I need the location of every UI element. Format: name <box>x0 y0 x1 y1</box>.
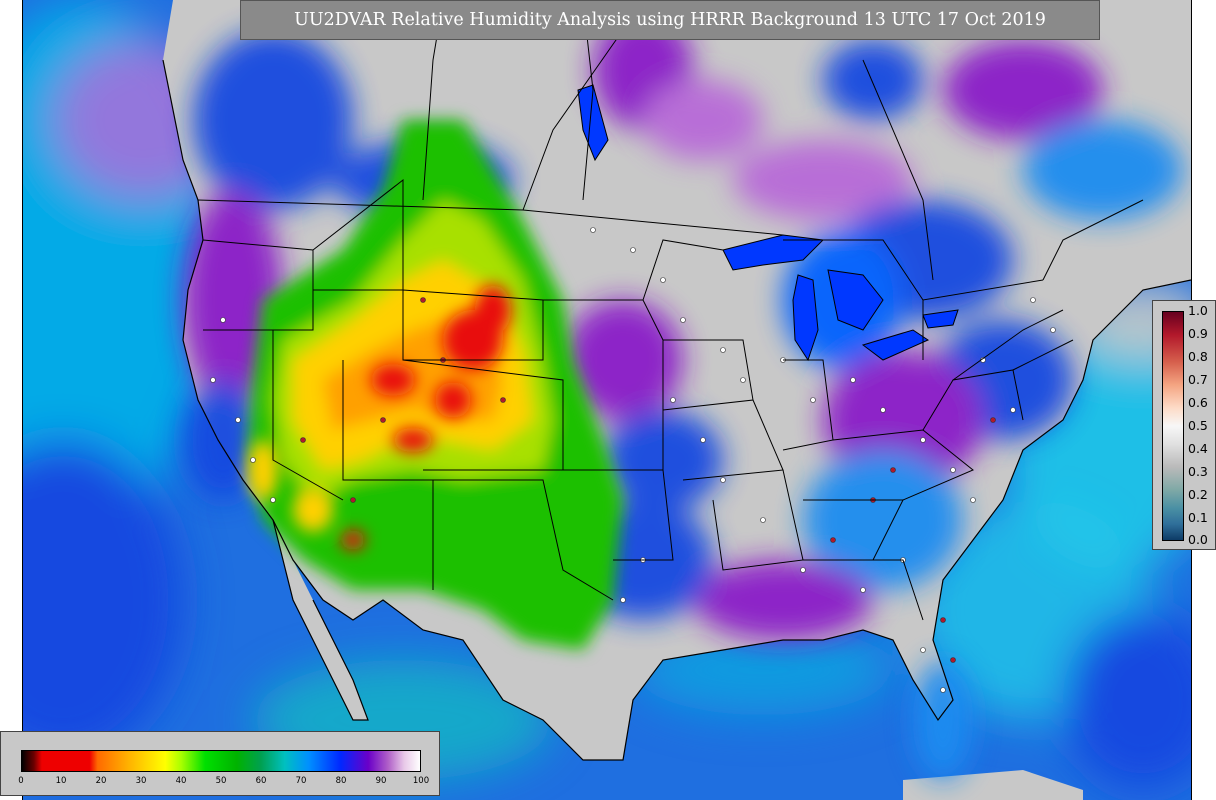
humidity-colorbar-tick: 0 <box>18 776 24 786</box>
humidity-colorbar-tick: 100 <box>412 776 430 786</box>
analysis-colorbar-tick: 0.3 <box>1188 464 1208 479</box>
analysis-colorbar-tick: 0.8 <box>1188 349 1208 364</box>
humidity-colorbar-tick: 80 <box>335 776 347 786</box>
map-title: UU2DVAR Relative Humidity Analysis using… <box>240 0 1100 40</box>
humidity-analysis-map <box>22 0 1192 800</box>
analysis-colorbar-tick: 0.5 <box>1188 418 1208 433</box>
humidity-colorbar-tick: 60 <box>255 776 267 786</box>
humidity-colorbar-tick: 20 <box>95 776 107 786</box>
map-graphic <box>23 0 1191 800</box>
analysis-colorbar-tick: 0.6 <box>1188 395 1208 410</box>
analysis-colorbar-gradient <box>1162 311 1184 541</box>
humidity-colorbar-tick: 10 <box>55 776 67 786</box>
humidity-colorbar-tick: 70 <box>295 776 307 786</box>
analysis-colorbar-tick: 0.4 <box>1188 441 1208 456</box>
analysis-colorbar: 1.0 0.9 0.8 0.7 0.6 0.5 0.4 0.3 0.2 0.1 … <box>1152 300 1216 550</box>
humidity-colorbar-gradient <box>21 750 421 772</box>
analysis-colorbar-tick: 0.9 <box>1188 326 1208 341</box>
analysis-colorbar-tick: 0.0 <box>1188 532 1208 547</box>
humidity-colorbar-tick: 50 <box>215 776 227 786</box>
analysis-colorbar-tick: 0.1 <box>1188 510 1208 525</box>
humidity-colorbar-tick: 90 <box>375 776 387 786</box>
humidity-colorbar: 0 10 20 30 40 50 60 70 80 90 100 <box>0 731 440 796</box>
humidity-colorbar-tick: 30 <box>135 776 147 786</box>
analysis-colorbar-tick: 1.0 <box>1188 303 1208 318</box>
humidity-colorbar-tick: 40 <box>175 776 187 786</box>
analysis-colorbar-tick: 0.7 <box>1188 372 1208 387</box>
analysis-colorbar-tick: 0.2 <box>1188 487 1208 502</box>
